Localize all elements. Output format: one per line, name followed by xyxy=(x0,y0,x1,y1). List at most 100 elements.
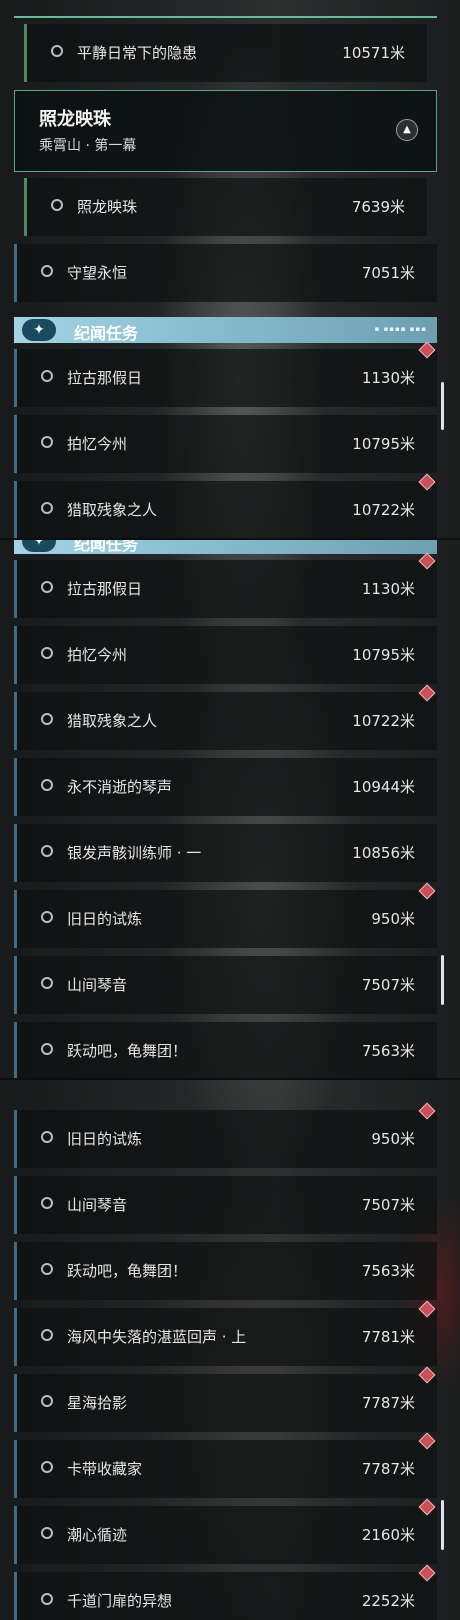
quest-row[interactable]: 跃动吧，龟舞团！ 7563米 xyxy=(14,1242,437,1300)
star-icon: ✦ xyxy=(22,540,56,552)
quest-title: 海风中失落的湛蓝回声 · 上 xyxy=(67,1328,247,1346)
quest-row[interactable]: 拉古那假日 1130米 xyxy=(14,341,437,407)
collapse-up-icon[interactable]: ▲ xyxy=(396,119,418,141)
quest-row[interactable]: 旧日的试炼 950米 xyxy=(14,1102,437,1168)
quest-distance: 1130米 xyxy=(361,580,415,598)
status-circle-icon xyxy=(41,581,53,593)
quest-title: 拉古那假日 xyxy=(67,580,143,598)
chapter-subtitle: 乘霄山 · 第一幕 xyxy=(39,138,137,154)
quest-title: 永不消逝的琴声 xyxy=(67,778,173,796)
quest-distance: 10722米 xyxy=(352,712,415,730)
divider xyxy=(14,16,437,18)
quest-row[interactable]: 山间琴音 7507米 xyxy=(14,956,437,1014)
quest-distance: 7507米 xyxy=(361,976,415,994)
status-circle-icon xyxy=(41,1395,53,1407)
quest-row[interactable]: 山间琴音 7507米 xyxy=(14,1176,437,1234)
quest-title: 潮心循迹 xyxy=(67,1526,128,1544)
scrollbar-thumb[interactable] xyxy=(441,1500,444,1550)
screenshot-segment-2: ✦ 纪闻任务 拉古那假日 1130米 拍忆今州 10795米 猎取残象之人 10… xyxy=(0,540,460,1078)
quest-title: 拉古那假日 xyxy=(67,369,143,387)
status-circle-icon xyxy=(41,370,53,382)
quest-row[interactable]: 旧日的试炼 950米 xyxy=(14,882,437,948)
status-circle-icon xyxy=(41,1197,53,1209)
quest-row[interactable]: 海风中失落的湛蓝回声 · 上 7781米 xyxy=(14,1300,437,1366)
quest-row[interactable]: 千道门扉的异想 2252米 xyxy=(14,1564,437,1620)
status-circle-icon xyxy=(41,1593,53,1605)
quest-distance: 10722米 xyxy=(352,501,415,519)
quest-row[interactable]: 卡带收藏家 7787米 xyxy=(14,1432,437,1498)
status-circle-icon xyxy=(41,1461,53,1473)
tracking-marker-icon xyxy=(418,882,436,900)
quest-title: 猎取残象之人 xyxy=(67,712,158,730)
status-circle-icon xyxy=(41,779,53,791)
chapter-title: 照龙映珠 xyxy=(39,109,111,130)
screenshot-segment-3: 旧日的试炼 950米 山间琴音 7507米 跃动吧，龟舞团！ 7563米 海风中… xyxy=(0,1080,460,1620)
quest-row[interactable]: 跃动吧，龟舞团！ 7563米 xyxy=(14,1022,437,1078)
tracking-marker-icon xyxy=(418,1102,436,1120)
status-circle-icon xyxy=(41,977,53,989)
status-circle-icon xyxy=(41,911,53,923)
quest-row[interactable]: 守望永恒 7051米 xyxy=(14,244,437,302)
section-header[interactable]: ✦ 纪闻任务 xyxy=(14,540,437,554)
quest-row[interactable]: 潮心循迹 2160米 xyxy=(14,1498,437,1564)
screenshot-segment-1: 平静日常下的隐患 10571米 照龙映珠 乘霄山 · 第一幕 ▲ 照龙映珠 76… xyxy=(0,0,460,538)
quest-distance: 10795米 xyxy=(352,646,415,664)
quest-distance: 10795米 xyxy=(352,435,415,453)
status-circle-icon xyxy=(41,502,53,514)
quest-title: 跃动吧，龟舞团！ xyxy=(67,1262,188,1280)
quest-distance: 10856米 xyxy=(352,844,415,862)
tracking-marker-icon xyxy=(418,552,436,570)
quest-distance: 7781米 xyxy=(361,1328,415,1346)
quest-row[interactable]: 星海拾影 7787米 xyxy=(14,1366,437,1432)
tracking-marker-icon xyxy=(418,684,436,702)
quest-distance: 2160米 xyxy=(361,1526,415,1544)
quest-row[interactable]: 照龙映珠 7639米 xyxy=(24,178,427,236)
quest-distance: 7639米 xyxy=(351,198,405,216)
quest-row[interactable]: 拉古那假日 1130米 xyxy=(14,552,437,618)
star-icon: ✦ xyxy=(22,319,56,341)
quest-title: 星海拾影 xyxy=(67,1394,128,1412)
quest-distance: 7051米 xyxy=(361,264,415,282)
quest-title: 拍忆今州 xyxy=(67,435,128,453)
status-circle-icon xyxy=(41,265,53,277)
status-circle-icon xyxy=(41,1329,53,1341)
status-circle-icon xyxy=(41,1131,53,1143)
chapter-card[interactable]: 照龙映珠 乘霄山 · 第一幕 ▲ xyxy=(14,90,437,172)
scrollbar-thumb[interactable] xyxy=(441,382,444,430)
quest-row[interactable]: 拍忆今州 10795米 xyxy=(14,626,437,684)
quest-title: 旧日的试炼 xyxy=(67,1130,143,1148)
section-title: 纪闻任务 xyxy=(74,540,139,554)
quest-distance: 10944米 xyxy=(352,778,415,796)
quest-row[interactable]: 猎取残象之人 10722米 xyxy=(14,473,437,538)
section-title: 纪闻任务 xyxy=(74,324,139,343)
quest-title: 山间琴音 xyxy=(67,1196,128,1214)
quest-row[interactable]: 拍忆今州 10795米 xyxy=(14,415,437,473)
scrollbar-thumb[interactable] xyxy=(441,955,444,1005)
quest-distance: 7787米 xyxy=(361,1394,415,1412)
quest-title: 银发声骸训练师 · 一 xyxy=(67,844,202,862)
quest-row[interactable]: 平静日常下的隐患 10571米 xyxy=(24,24,427,82)
quest-distance: 7507米 xyxy=(361,1196,415,1214)
status-circle-icon xyxy=(41,1263,53,1275)
quest-row[interactable]: 永不消逝的琴声 10944米 xyxy=(14,758,437,816)
tracking-marker-icon xyxy=(418,1300,436,1318)
tracking-marker-icon xyxy=(418,1366,436,1384)
tracking-marker-icon xyxy=(418,1498,436,1516)
quest-title: 山间琴音 xyxy=(67,976,128,994)
section-header[interactable]: ✦ 纪闻任务 ▪ ▪▪▪▪ ▪▪▪ xyxy=(14,317,437,343)
status-circle-icon xyxy=(41,647,53,659)
quest-distance: 10571米 xyxy=(342,44,405,62)
status-circle-icon xyxy=(51,45,63,57)
quest-title: 平静日常下的隐患 xyxy=(77,44,198,62)
status-circle-icon xyxy=(51,199,63,211)
status-circle-icon xyxy=(41,1527,53,1539)
quest-row[interactable]: 银发声骸训练师 · 一 10856米 xyxy=(14,824,437,882)
status-circle-icon xyxy=(41,1043,53,1055)
tracking-marker-icon xyxy=(418,341,436,359)
status-circle-icon xyxy=(41,436,53,448)
quest-title: 照龙映珠 xyxy=(77,198,138,216)
quest-distance: 7563米 xyxy=(361,1042,415,1060)
quest-distance: 7787米 xyxy=(361,1460,415,1478)
quest-row[interactable]: 猎取残象之人 10722米 xyxy=(14,684,437,750)
quest-title: 千道门扉的异想 xyxy=(67,1592,173,1610)
